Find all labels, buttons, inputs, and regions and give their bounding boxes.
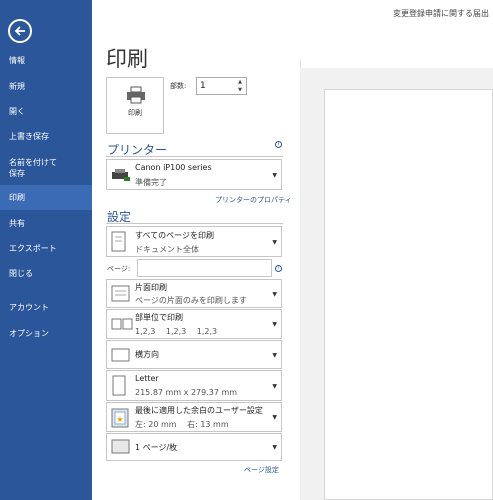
copies-label: 部数: — [170, 82, 187, 90]
sidebar-item-new[interactable]: 新規 — [0, 81, 92, 92]
chevron-down-icon: ▼ — [272, 383, 277, 390]
orientation-label: 横方向 — [135, 350, 159, 359]
sidebar-item-info[interactable]: 情報 — [0, 55, 92, 66]
spin-down-icon[interactable]: ▼ — [236, 86, 244, 94]
paper-size-sub: 215.87 mm x 279.37 mm — [135, 388, 238, 397]
sidebar-item-share[interactable]: 共有 — [0, 218, 92, 229]
spin-up-icon[interactable]: ▲ — [236, 78, 244, 86]
printer-device-icon — [112, 169, 130, 181]
sides-dropdown[interactable]: 片面印刷 ページの片面のみを印刷します ▼ — [106, 279, 282, 308]
sidebar-item-save-as-line2[interactable]: 保存 — [0, 168, 92, 179]
printer-status: 準備完了 — [135, 178, 167, 187]
printer-dropdown[interactable]: Canon iP100 series 準備完了 ▼ — [106, 159, 282, 190]
sides-sub: ページの片面のみを印刷します — [135, 296, 247, 305]
copies-input[interactable]: 1 ▲ ▼ — [196, 77, 247, 95]
collate-dropdown[interactable]: 部単位で印刷 1,2,3 1,2,3 1,2,3 ▼ — [106, 309, 282, 339]
paper-size-dropdown[interactable]: Letter 215.87 mm x 279.37 mm ▼ — [106, 370, 282, 401]
info-icon[interactable]: i — [275, 265, 282, 272]
svg-text:★: ★ — [116, 415, 123, 424]
pages-per-sheet-label: 1 ページ/枚 — [135, 443, 178, 452]
chevron-down-icon: ▼ — [272, 321, 277, 328]
orientation-dropdown[interactable]: 横方向 ▼ — [106, 340, 282, 369]
margins-dropdown[interactable]: ★ 最後に適用した余白のユーザー設定 左: 20 mm 右: 13 mm ▼ — [106, 402, 282, 432]
chevron-down-icon: ▼ — [272, 239, 277, 246]
print-range-label: すべてのページを印刷 — [135, 231, 214, 240]
print-range-sub: ドキュメント全体 — [135, 245, 199, 254]
sidebar-item-open[interactable]: 開く — [0, 106, 92, 117]
pages-per-sheet-dropdown[interactable]: 1 ページ/枚 ▼ — [106, 433, 282, 461]
paper-icon — [112, 375, 126, 396]
printer-divider — [106, 156, 283, 157]
collate-label: 部単位で印刷 — [135, 313, 183, 322]
info-icon[interactable]: i — [275, 141, 282, 148]
chevron-down-icon: ▼ — [272, 291, 277, 298]
chevron-down-icon: ▼ — [272, 414, 277, 421]
pages-input[interactable] — [137, 259, 272, 277]
printer-properties-link[interactable]: プリンターのプロパティ — [215, 195, 292, 205]
page-setup-link[interactable]: ページ設定 — [244, 465, 279, 475]
sidebar-item-save[interactable]: 上書き保存 — [0, 131, 92, 142]
print-button-label: 印刷 — [128, 109, 142, 117]
backstage-sidebar: 情報 新規 開く 上書き保存 名前を付けて 保存 印刷 共有 エクスポート 閉じ… — [0, 0, 92, 500]
chevron-down-icon: ▼ — [272, 444, 277, 451]
sidebar-item-save-as-line1[interactable]: 名前を付けて — [0, 157, 92, 168]
margins-sub: 左: 20 mm 右: 13 mm — [135, 420, 229, 429]
copies-value: 1 — [200, 81, 206, 91]
sidebar-item-close[interactable]: 閉じる — [0, 268, 92, 279]
settings-divider — [106, 223, 283, 224]
print-preview-page — [324, 89, 493, 500]
pages-per-sheet-icon — [111, 439, 130, 454]
print-button[interactable]: 印刷 — [106, 77, 164, 134]
collate-sub: 1,2,3 1,2,3 1,2,3 — [135, 327, 218, 336]
document-title: 変更登録申請に関する届出 — [393, 9, 489, 18]
one-sided-icon — [111, 285, 130, 302]
print-range-dropdown[interactable]: すべてのページを印刷 ドキュメント全体 ▼ — [106, 226, 282, 257]
sidebar-item-options[interactable]: オプション — [0, 328, 92, 339]
chevron-down-icon: ▼ — [272, 172, 277, 179]
back-arrow-icon[interactable] — [8, 19, 32, 43]
margins-icon: ★ — [111, 408, 129, 428]
paper-size-label: Letter — [135, 374, 159, 383]
sides-label: 片面印刷 — [135, 283, 167, 292]
margins-label: 最後に適用した余白のユーザー設定 — [135, 406, 263, 415]
printer-icon — [127, 86, 145, 104]
sidebar-item-account[interactable]: アカウント — [0, 302, 92, 313]
collate-icon — [111, 318, 133, 330]
landscape-icon — [111, 348, 130, 362]
sidebar-item-print[interactable]: 印刷 — [0, 185, 92, 210]
page-title: 印刷 — [106, 47, 148, 71]
printer-name: Canon iP100 series — [135, 163, 212, 172]
document-pages-icon — [111, 231, 126, 252]
chevron-down-icon: ▼ — [272, 352, 277, 359]
pages-label: ページ: — [107, 265, 131, 273]
sidebar-item-export[interactable]: エクスポート — [0, 243, 92, 254]
